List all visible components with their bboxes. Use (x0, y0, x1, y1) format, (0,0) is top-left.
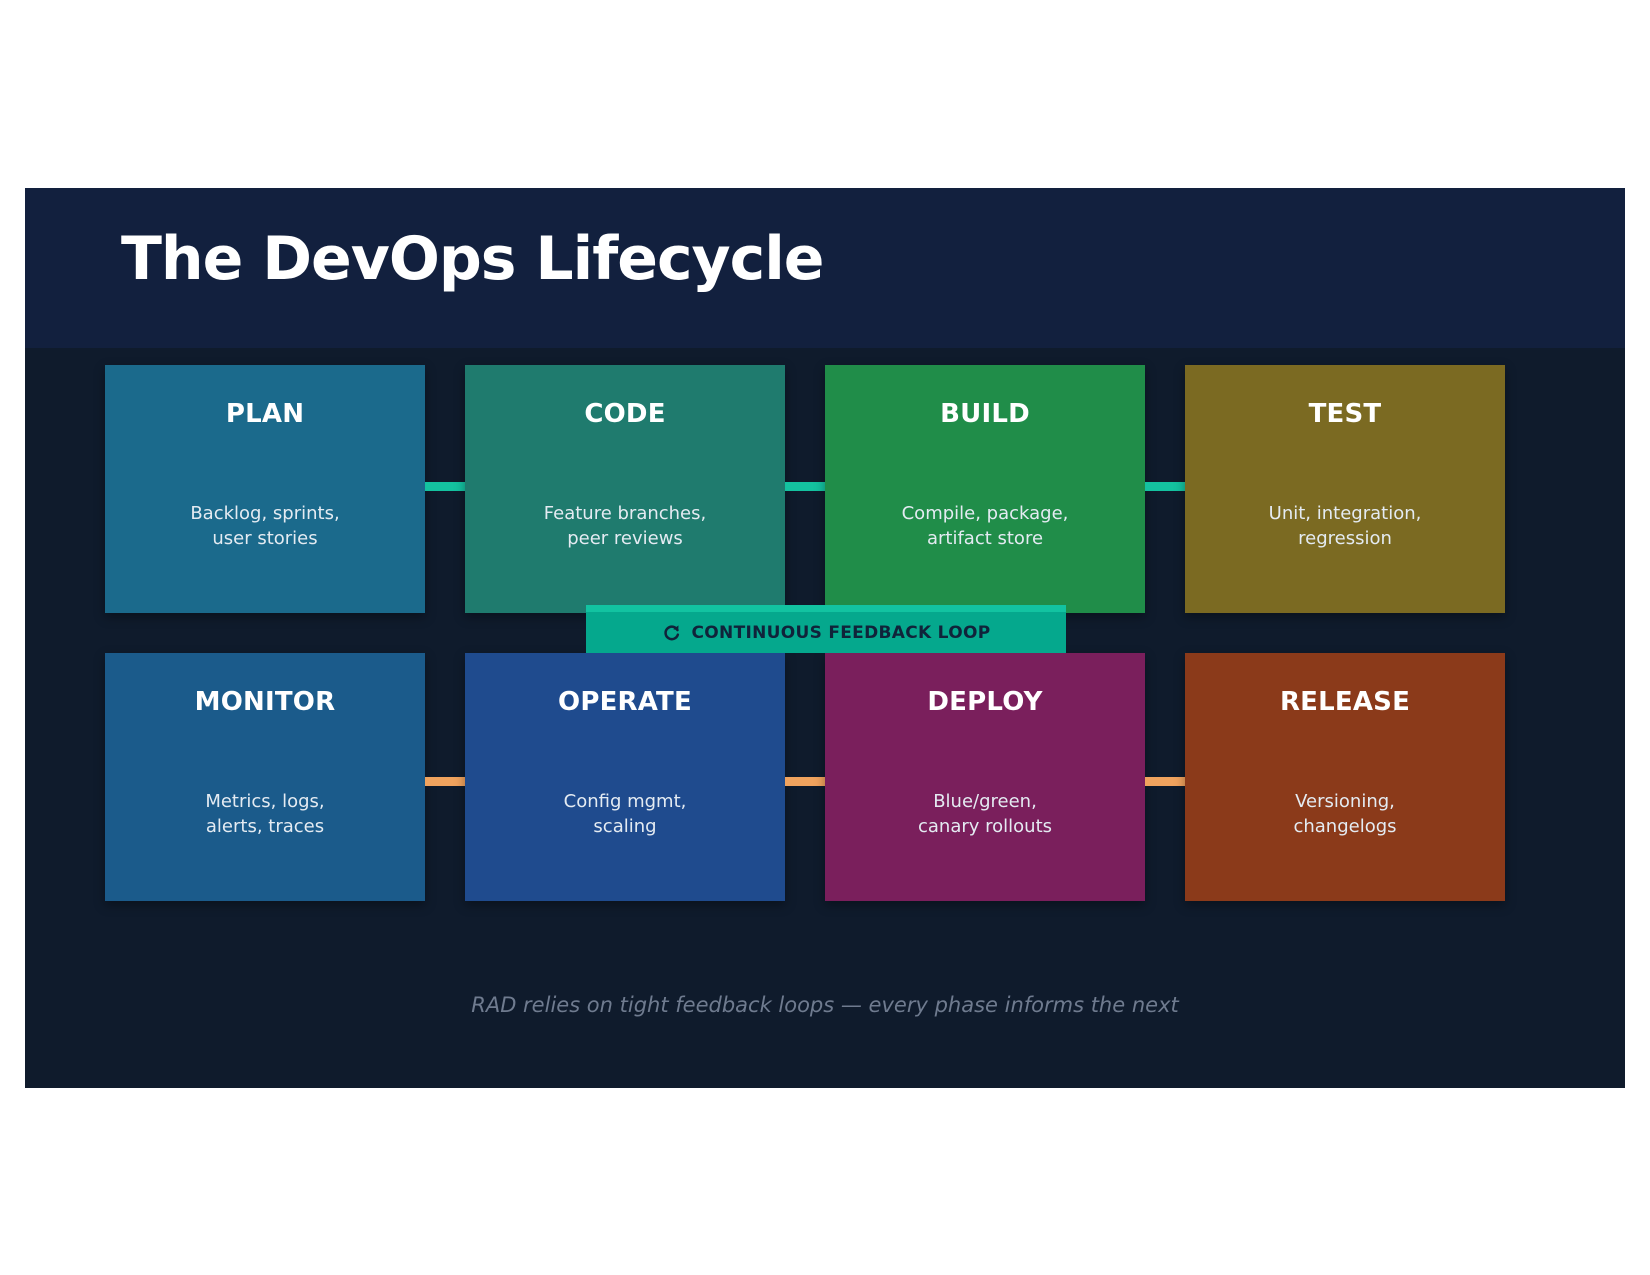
phase-card-plan: PLAN Backlog, sprints, user stories (105, 365, 425, 613)
phase-description: Backlog, sprints, user stories (125, 501, 405, 551)
phase-description-line: user stories (212, 528, 318, 549)
phase-card-operate: OPERATE Config mgmt, scaling (465, 653, 785, 901)
connector-code-build (785, 482, 825, 491)
phase-description-line: changelogs (1293, 816, 1397, 837)
phase-name: RELEASE (1279, 687, 1411, 717)
phase-description-line: Backlog, sprints, (190, 503, 340, 524)
phase-description: Unit, integration, regression (1205, 501, 1485, 551)
phase-description-line: canary rollouts (917, 816, 1052, 837)
phase-description-line: Config mgmt, (563, 791, 687, 812)
connector-operate-deploy (785, 777, 825, 786)
feedback-loop-banner: CONTINUOUS FEEDBACK LOOP (586, 605, 1066, 653)
slide-header: The DevOps Lifecycle (25, 188, 1625, 348)
phase-description-line: Feature branches, (543, 503, 707, 524)
connector-plan-code (425, 482, 465, 491)
phase-name: MONITOR (194, 687, 336, 717)
connector-monitor-operate (425, 777, 465, 786)
phase-card-test: TEST Unit, integration, regression (1185, 365, 1505, 613)
connector-build-test (1145, 482, 1185, 491)
phase-description-line: Unit, integration, (1268, 503, 1422, 524)
phase-name: TEST (1308, 399, 1382, 429)
phase-description-line: Versioning, (1295, 791, 1395, 812)
phase-description: Compile, package, artifact store (845, 501, 1125, 551)
phase-card-code: CODE Feature branches, peer reviews (465, 365, 785, 613)
phase-description: Config mgmt, scaling (485, 789, 765, 839)
phase-name: DEPLOY (927, 687, 1043, 717)
phase-name: OPERATE (558, 687, 692, 717)
phase-name: PLAN (225, 399, 305, 429)
phase-name: BUILD (940, 399, 1030, 429)
slide-title: The DevOps Lifecycle (121, 224, 824, 294)
phase-card-build: BUILD Compile, package, artifact store (825, 365, 1145, 613)
phase-description-line: peer reviews (567, 528, 683, 549)
phase-description-line: Compile, package, (901, 503, 1069, 524)
phase-description-line: regression (1298, 528, 1392, 549)
phase-description: Metrics, logs, alerts, traces (125, 789, 405, 839)
slide: The DevOps Lifecycle PLAN Backlog, sprin… (25, 188, 1625, 1088)
phase-card-release: RELEASE Versioning, changelogs (1185, 653, 1505, 901)
phase-description-line: Blue/green, (933, 791, 1037, 812)
phase-description-line: alerts, traces (205, 816, 325, 837)
phase-description: Feature branches, peer reviews (485, 501, 765, 551)
slide-footer-caption: RAD relies on tight feedback loops — eve… (471, 993, 1179, 1017)
refresh-icon (663, 624, 679, 640)
phase-description: Blue/green, canary rollouts (845, 789, 1125, 839)
phase-card-monitor: MONITOR Metrics, logs, alerts, traces (105, 653, 425, 901)
phase-description-line: artifact store (926, 528, 1044, 549)
phase-description-line: scaling (593, 816, 657, 837)
phase-name: CODE (584, 399, 666, 429)
connector-deploy-release (1145, 777, 1185, 786)
feedback-loop-label: CONTINUOUS FEEDBACK LOOP (691, 622, 991, 643)
phase-description: Versioning, changelogs (1205, 789, 1485, 839)
phase-description-line: Metrics, logs, (205, 791, 325, 812)
phase-card-deploy: DEPLOY Blue/green, canary rollouts (825, 653, 1145, 901)
